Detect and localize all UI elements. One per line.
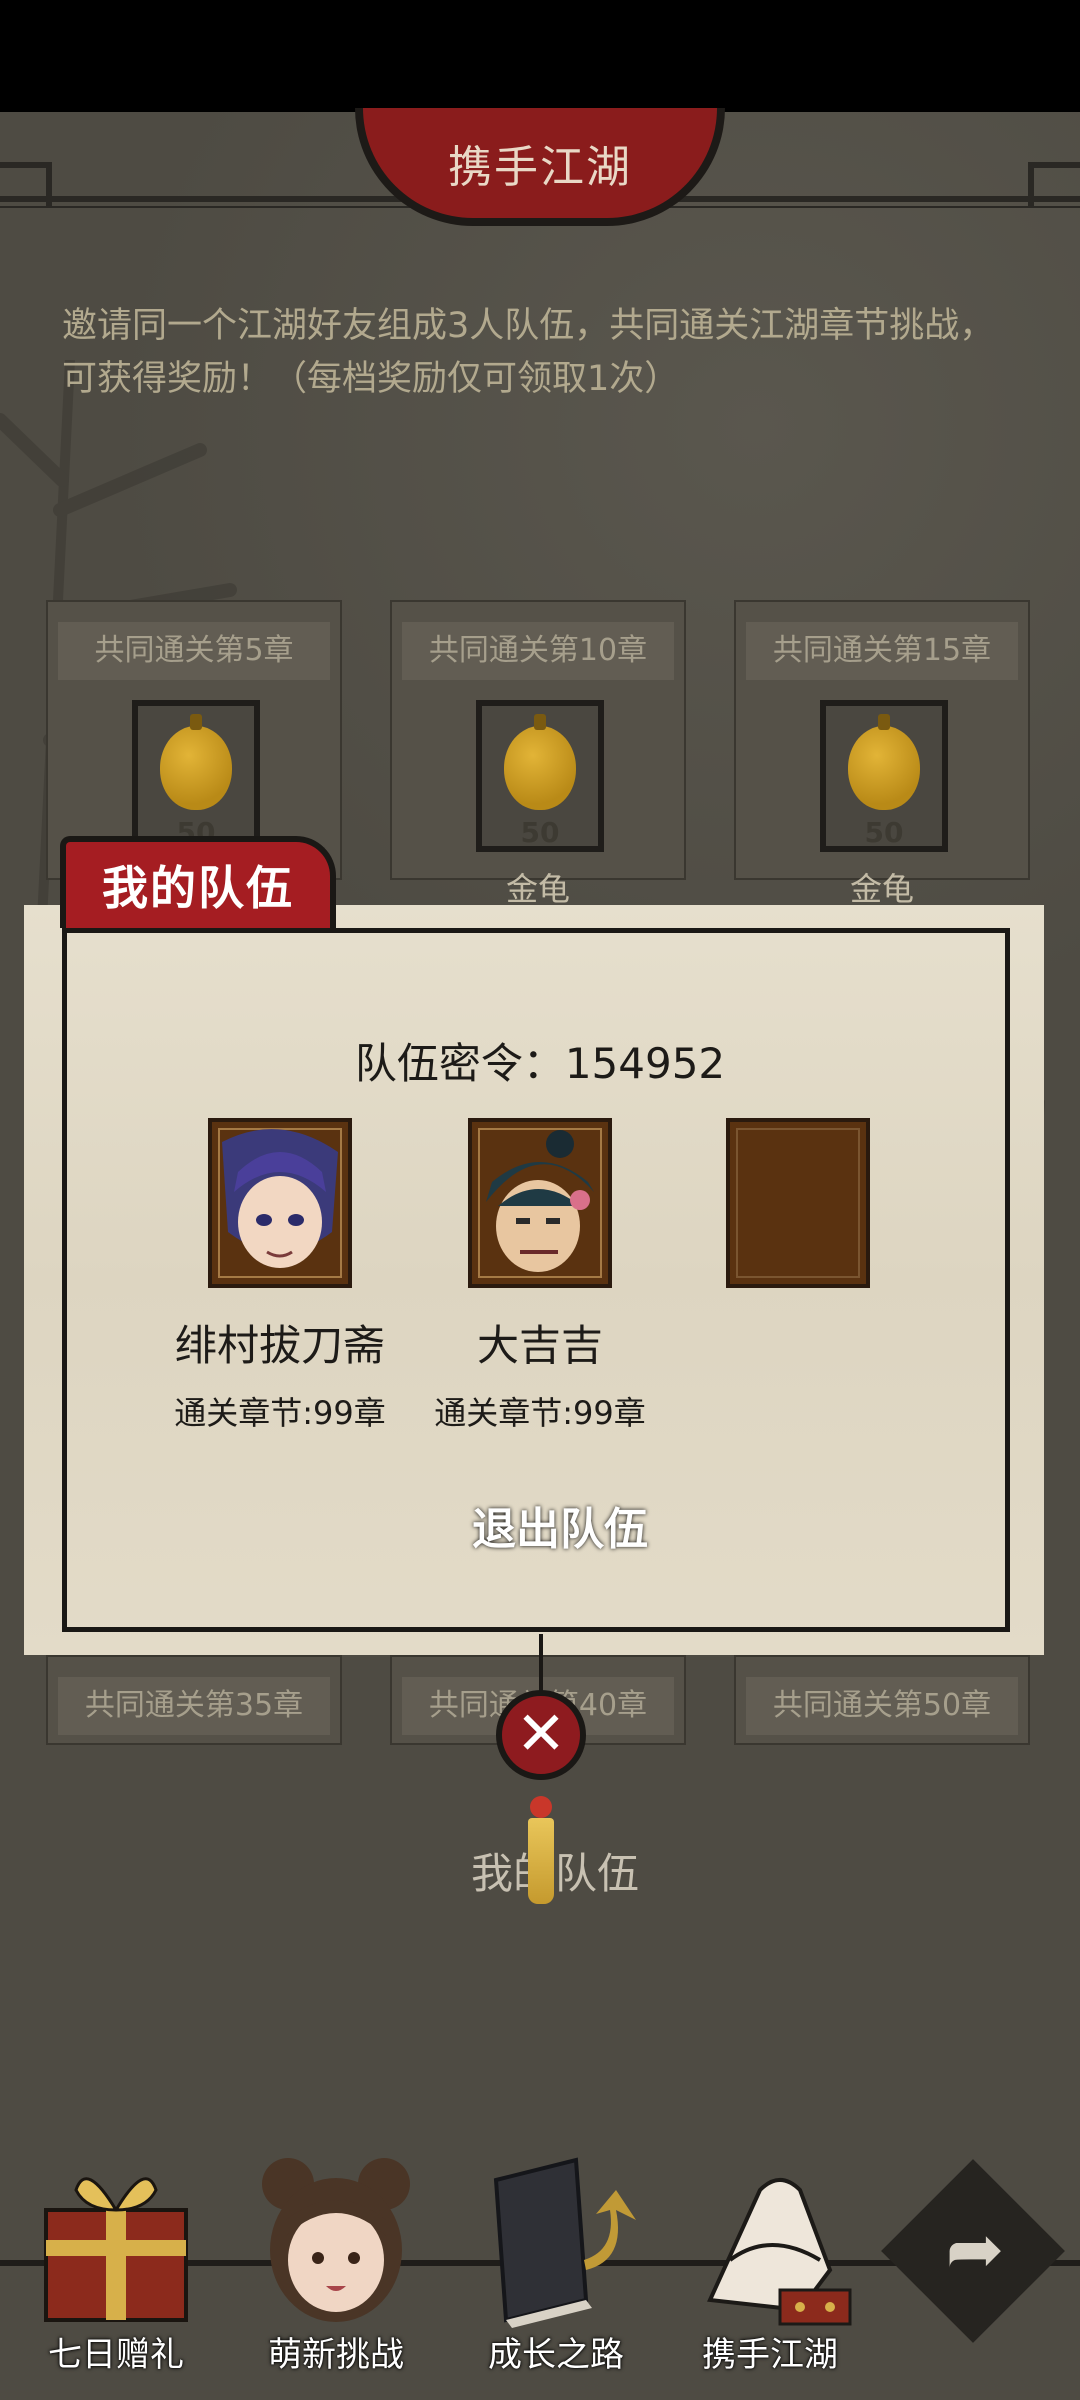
close-cord	[539, 1634, 543, 1694]
member-chapters: 通关章节:99章	[174, 1394, 386, 1432]
member-name: 绯村拔刀斋	[174, 1321, 385, 1370]
reward-card-title: 共同通关第35章	[58, 1677, 330, 1735]
close-icon[interactable]: ✕	[496, 1690, 586, 1780]
leave-team-button[interactable]: 退出队伍	[420, 1495, 710, 1565]
team-code: 队伍密令：154952	[354, 1039, 726, 1088]
reward-card[interactable]: 共同通关第50章	[734, 1655, 1030, 1745]
nav-item-seven-day-gift[interactable]: 七日赠礼	[26, 2150, 206, 2380]
reward-card-title: 共同通关第15章	[746, 622, 1018, 680]
swordsman-portrait-icon	[222, 1129, 338, 1268]
reward-quantity: 50	[520, 816, 560, 849]
nav-item-newbie-challenge[interactable]: 萌新挑战	[246, 2150, 426, 2380]
status-bar	[0, 0, 1080, 112]
share-arrow-icon: ➦	[945, 2208, 1005, 2290]
swordsman-portrait-icon	[486, 1130, 594, 1272]
book-icon	[493, 2157, 636, 2328]
reward-card-title: 共同通关第10章	[402, 622, 674, 680]
empty-member-slot[interactable]	[726, 1118, 870, 1288]
nav-label: 携手江湖	[702, 2335, 838, 2375]
screen: 携手江湖 邀请同一个江湖好友组成3人队伍，共同通关江湖章节挑战， 可获得奖励！（…	[0, 0, 1080, 2400]
nav-item-growth-path[interactable]: 成长之路	[466, 2150, 646, 2380]
girl-avatar-icon	[262, 2158, 410, 2322]
my-team-label: 我的队伍	[470, 1849, 639, 1898]
reward-card[interactable]: 共同通关第35章	[46, 1655, 342, 1745]
gold-gourd-icon	[160, 714, 232, 810]
reward-item-slot: 50	[476, 700, 604, 852]
nav-label: 七日赠礼	[48, 2335, 184, 2375]
reward-item-name: 金龟	[505, 870, 570, 908]
nav-item-together-jianghu[interactable]: 携手江湖	[680, 2150, 860, 2380]
slot-frame	[736, 1128, 860, 1278]
reward-card[interactable]: 共同通关第15章 50 金龟	[734, 600, 1030, 908]
reward-quantity: 50	[864, 816, 904, 849]
corner-ornament	[0, 162, 52, 208]
description-line-1: 邀请同一个江湖好友组成3人队伍，共同通关江湖章节挑战，	[62, 306, 995, 346]
description: 邀请同一个江湖好友组成3人队伍，共同通关江湖章节挑战， 可获得奖励！（每档奖励仅…	[62, 300, 1022, 406]
tassel	[528, 1818, 554, 1904]
gift-box-icon	[44, 2177, 188, 2322]
reward-item-name: 金龟	[849, 870, 914, 908]
member-chapters: 通关章节:99章	[434, 1394, 646, 1432]
tassel-bead	[530, 1796, 552, 1818]
nav-label: 萌新挑战	[268, 2335, 404, 2375]
corner-ornament	[1028, 162, 1080, 208]
handshake-icon	[707, 2178, 852, 2326]
description-line-2: 可获得奖励！（每档奖励仅可领取1次）	[62, 359, 680, 399]
gold-gourd-icon	[848, 714, 920, 810]
member-avatar[interactable]	[208, 1118, 352, 1288]
gold-gourd-icon	[504, 714, 576, 810]
member-name: 大吉吉	[476, 1321, 603, 1370]
team-dialog-title: 我的队伍	[60, 836, 336, 928]
reward-card[interactable]: 共同通关第10章 50 金龟	[390, 600, 686, 908]
reward-item-slot: 50	[820, 700, 948, 852]
member-avatar[interactable]	[468, 1118, 612, 1288]
nav-label: 成长之路	[488, 2335, 624, 2375]
leave-team-label: 退出队伍	[472, 1504, 648, 1555]
reward-card-title: 共同通关第5章	[58, 622, 330, 680]
my-team-button[interactable]: 我的队伍	[445, 1840, 675, 1901]
reward-item-slot: 50	[132, 700, 260, 852]
reward-card-title: 共同通关第50章	[746, 1677, 1018, 1735]
